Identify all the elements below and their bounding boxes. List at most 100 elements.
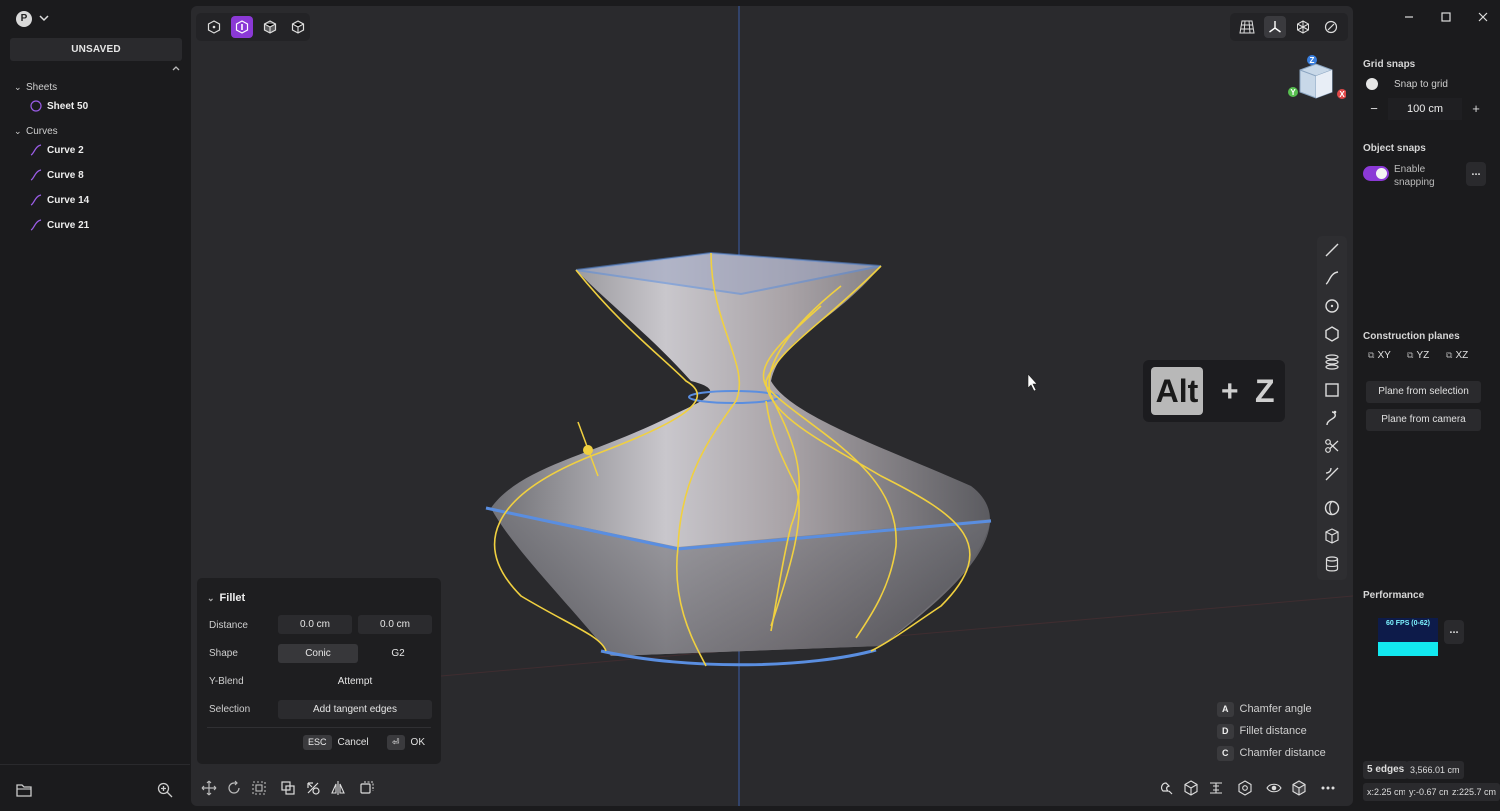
curve-icon [30,169,42,181]
move-icon[interactable] [201,780,217,796]
plane-xz-button[interactable]: ⧉ XZ [1446,350,1468,361]
tree-item-curve[interactable]: Curve 21 [30,218,89,234]
grid-size-increase-button[interactable]: + [1466,98,1486,120]
snap-icon[interactable] [1158,780,1174,796]
mirror-icon[interactable] [330,780,346,796]
grid-size-stepper: − 100 cm + [1364,98,1488,120]
tree-item-label: Curve 21 [47,220,90,231]
snap-options-button[interactable]: ... [1466,162,1486,186]
fillet-title: Fillet [219,592,246,604]
circle-tool-icon[interactable] [1323,297,1341,315]
cursor-x-coordinate: x:2.25 cm [1363,783,1411,801]
solid-mode-button[interactable] [259,16,281,38]
overlay-icon [1324,20,1338,34]
user-avatar[interactable]: P [16,11,32,27]
align-icon[interactable] [1208,780,1224,796]
object-mode-button[interactable] [287,16,309,38]
more-options-icon[interactable] [1320,780,1336,796]
plane-from-camera-button[interactable]: Plane from camera [1366,409,1481,431]
vertex-mode-button[interactable] [203,16,225,38]
axes-toggle-button[interactable] [1264,16,1286,38]
plane-from-selection-button[interactable]: Plane from selection [1366,381,1481,403]
array-icon[interactable] [359,780,375,796]
tree-item-label: Curve 2 [47,145,84,156]
esc-key-badge: ESC [303,735,332,750]
cancel-button[interactable]: ESC Cancel [303,735,369,750]
wireframe-toggle-button[interactable] [1292,16,1314,38]
tree-item-curve[interactable]: Curve 2 [30,143,84,159]
creation-tools-toolbar [1317,236,1347,580]
folder-icon[interactable] [15,781,33,799]
render-mode-icon[interactable] [1291,780,1307,796]
box-tool-icon[interactable] [1323,527,1341,545]
boolean-icon[interactable] [1323,499,1341,517]
orientation-cube[interactable]: Z Y X [1284,52,1346,102]
add-tangent-edges-button[interactable]: Add tangent edges [278,700,432,719]
plane-yz-button[interactable]: ⧉ YZ [1407,350,1429,361]
maximize-icon[interactable] [1439,10,1453,24]
fps-graph-fill [1378,642,1438,656]
vertex-mode-icon [207,20,221,34]
visibility-icon[interactable] [1266,780,1282,796]
plane-xy-button[interactable]: ⧉ XY [1368,350,1391,361]
scale-icon[interactable] [251,780,267,796]
snap-to-grid-label: Snap to grid [1394,79,1448,90]
tree-group-label: Sheets [26,82,58,93]
hint-label: Chamfer angle [1239,703,1312,715]
grid-toggle-button[interactable] [1236,16,1258,38]
distance-2-input[interactable]: 0.0 cm [358,615,432,634]
grid-size-input[interactable]: 100 cm [1388,98,1462,120]
scissors-icon[interactable] [1323,437,1341,455]
enable-snapping-toggle[interactable] [1363,166,1389,181]
fillet-title-row[interactable]: ⌄ Fillet [207,592,245,604]
close-icon[interactable] [1476,10,1490,24]
enable-snapping-line2: snapping [1394,177,1435,188]
line-tool-icon[interactable] [1323,241,1341,259]
control-point [583,445,593,455]
shape-g2-button[interactable]: G2 [358,644,438,663]
hint-key: A [1217,702,1234,717]
divider [0,764,190,765]
grid-size-decrease-button[interactable]: − [1364,98,1384,120]
yblend-select[interactable]: Attempt [278,672,432,691]
tree-group-sheets[interactable]: ⌄ Sheets [14,79,57,95]
3d-viewport[interactable]: Z Y X Alt + Z ⌄ Fillet Distance 0.0 cm 0.… [191,6,1353,806]
plane-label: YZ [1416,350,1430,361]
view-cube-icon[interactable] [1237,780,1253,796]
cylinder-tool-icon[interactable] [1323,555,1341,573]
axes-icon [1269,21,1281,33]
rectangle-tool-icon[interactable] [1323,381,1341,399]
polygon-tool-icon[interactable] [1323,325,1341,343]
offset-curve-icon[interactable] [1323,465,1341,483]
duplicate-icon[interactable] [280,780,296,796]
tree-group-curves[interactable]: ⌄ Curves [14,123,58,139]
divider [207,727,431,728]
zoom-in-icon[interactable] [156,781,174,799]
distance-1-input[interactable]: 0.0 cm [278,615,352,634]
isolate-icon[interactable] [1183,780,1199,796]
tree-item-curve[interactable]: Curve 14 [30,193,89,209]
x-axis-label: X [1339,90,1345,99]
extrude-tool-icon[interactable] [1323,353,1341,371]
shortcut-plus: + [1221,375,1239,408]
chevron-up-icon[interactable] [170,62,182,74]
ok-button[interactable]: ⏎ OK [387,735,425,750]
spline-tool-icon[interactable] [1323,409,1341,427]
shape-conic-button[interactable]: Conic [278,644,358,663]
plane-icon: ⧉ [1368,350,1375,360]
performance-options-button[interactable]: ... [1444,620,1464,644]
document-status-button[interactable]: UNSAVED [10,38,182,61]
curve-tool-icon[interactable] [1323,269,1341,287]
cancel-label: Cancel [337,737,369,748]
hint-key: C [1217,746,1234,761]
minimize-icon[interactable] [1402,10,1416,24]
z-axis-label: Z [1310,56,1315,65]
tree-item-curve[interactable]: Curve 8 [30,168,84,184]
chevron-down-icon[interactable] [38,12,50,24]
face-mode-button[interactable] [231,16,253,38]
rotate-icon[interactable] [226,780,242,796]
snap-to-grid-radio[interactable] [1366,78,1378,90]
tree-item-sheet[interactable]: Sheet 50 [30,99,88,115]
transform-icon[interactable] [305,780,321,796]
overlay-toggle-button[interactable] [1320,16,1342,38]
